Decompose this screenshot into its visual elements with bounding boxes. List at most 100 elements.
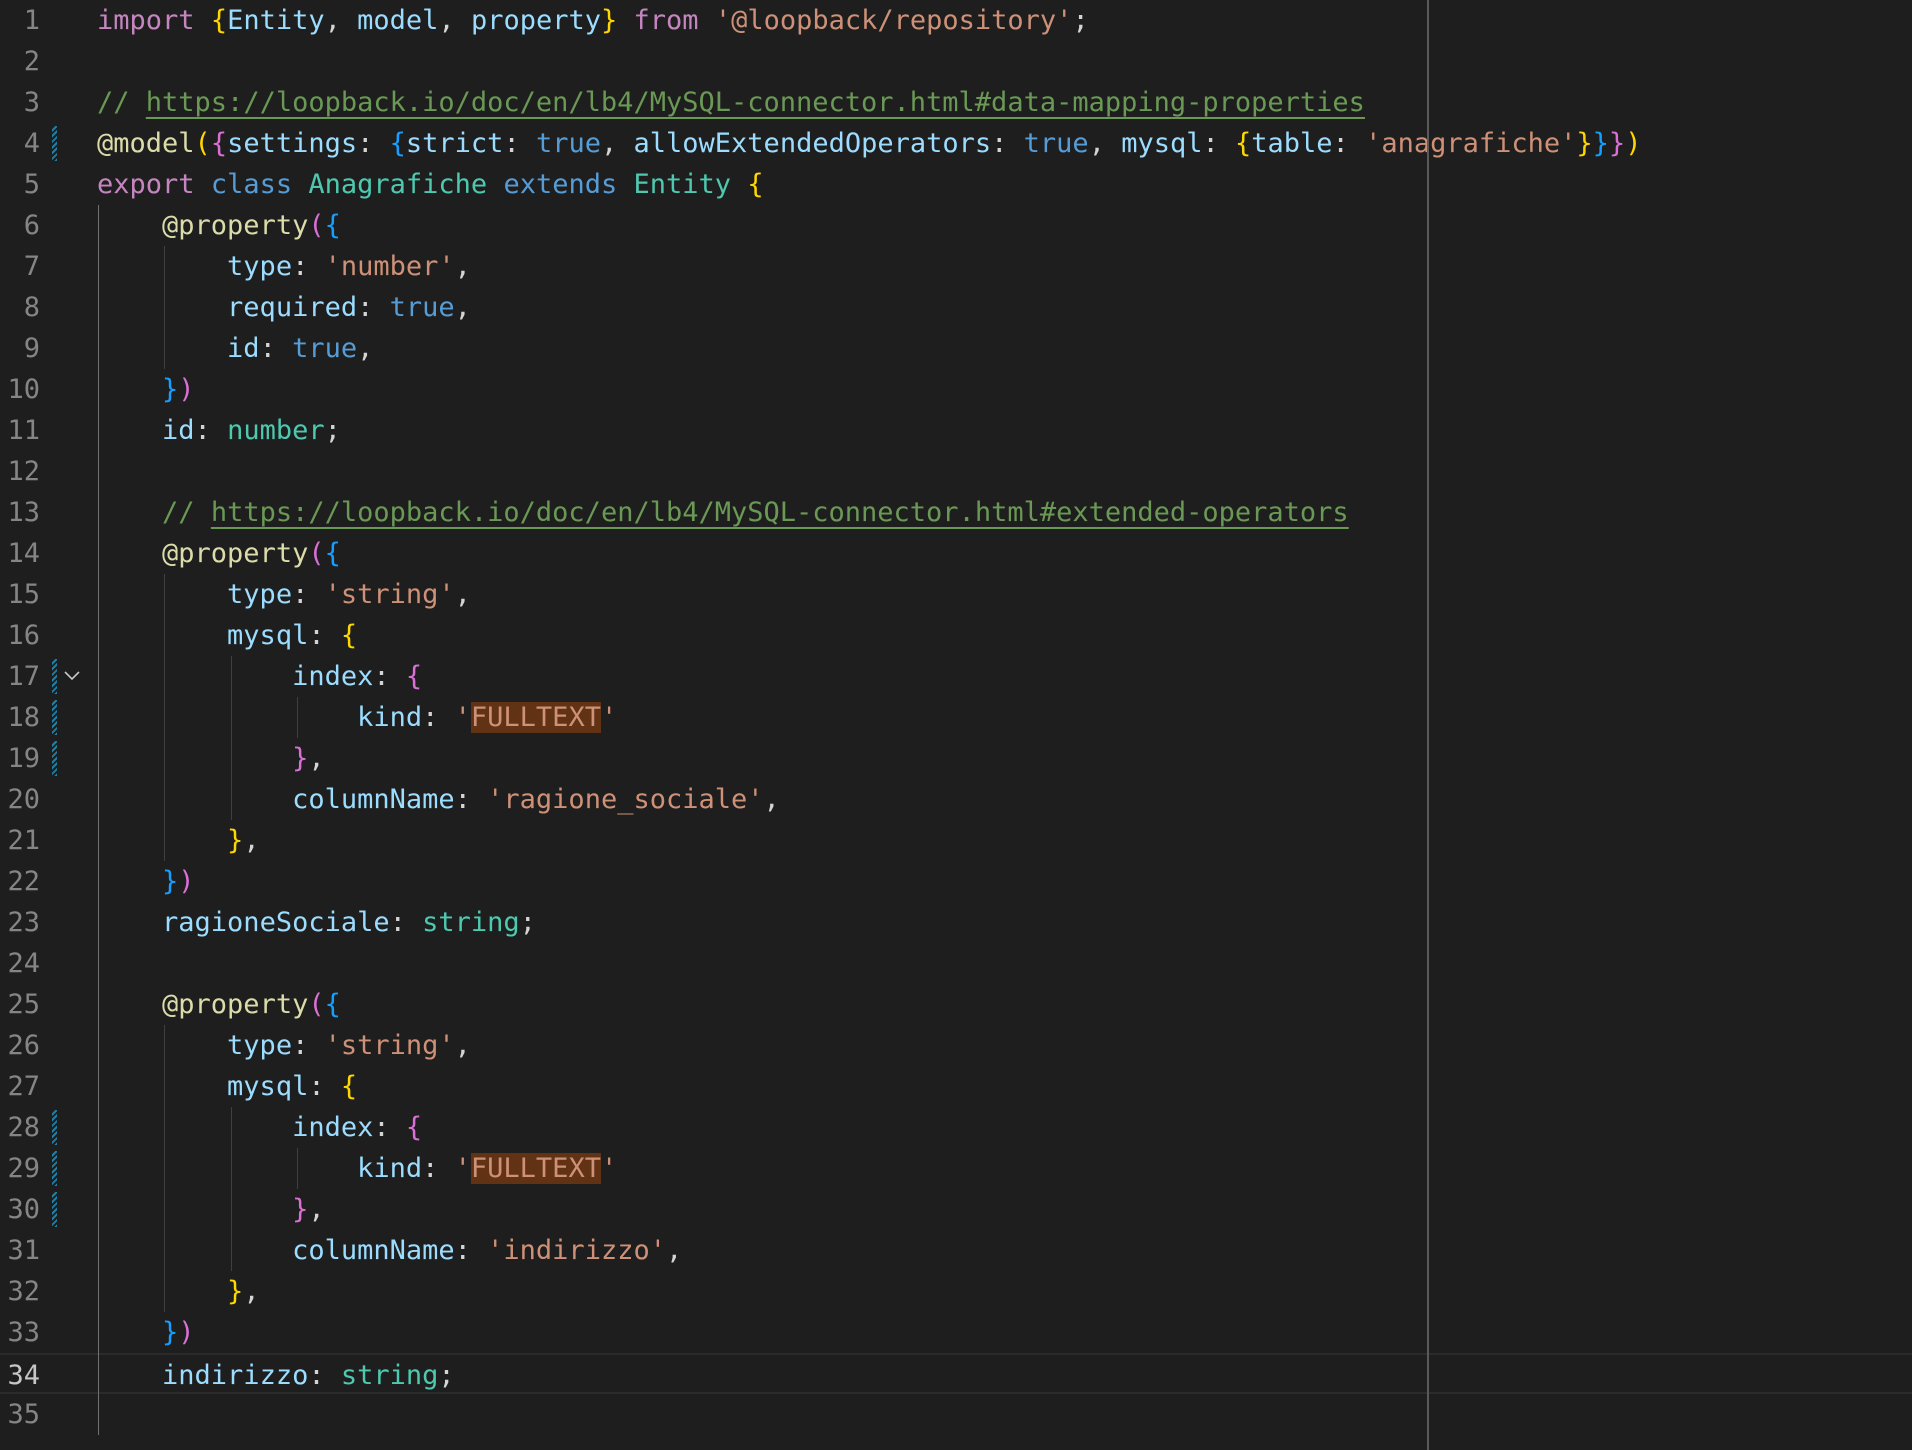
doc-link[interactable]: https://loopback.io/doc/en/lb4/MySQL-con…: [146, 87, 1365, 118]
line-number[interactable]: 12: [0, 451, 40, 492]
modified-gutter-marker[interactable]: [52, 1151, 57, 1186]
code-text[interactable]: index: {: [97, 1107, 422, 1148]
line-number[interactable]: 3: [0, 82, 40, 123]
modified-gutter-marker[interactable]: [52, 741, 57, 776]
line-number[interactable]: 35: [0, 1394, 40, 1435]
code-line[interactable]: 34 indirizzo: string;: [0, 1353, 1912, 1394]
line-number[interactable]: 4: [0, 123, 40, 164]
modified-gutter-marker[interactable]: [52, 1110, 57, 1145]
modified-gutter-marker[interactable]: [52, 126, 57, 161]
code-text[interactable]: },: [97, 1271, 260, 1312]
line-number[interactable]: 29: [0, 1148, 40, 1189]
line-number[interactable]: 8: [0, 287, 40, 328]
code-line[interactable]: 9 id: true,: [0, 328, 1912, 369]
code-line[interactable]: 7 type: 'number',: [0, 246, 1912, 287]
code-line[interactable]: 17 index: {: [0, 656, 1912, 697]
code-line[interactable]: 30 },: [0, 1189, 1912, 1230]
code-line[interactable]: 1 import {Entity, model, property} from '…: [0, 0, 1912, 41]
code-line[interactable]: 2: [0, 41, 1912, 82]
line-number[interactable]: 22: [0, 861, 40, 902]
code-text[interactable]: },: [97, 738, 325, 779]
line-number[interactable]: 17: [0, 656, 40, 697]
code-line[interactable]: 10 }): [0, 369, 1912, 410]
code-line[interactable]: 29 kind: 'FULLTEXT': [0, 1148, 1912, 1189]
line-number[interactable]: 11: [0, 410, 40, 451]
line-number[interactable]: 9: [0, 328, 40, 369]
line-number[interactable]: 31: [0, 1230, 40, 1271]
line-number[interactable]: 1: [0, 0, 40, 41]
code-line[interactable]: 3 // https://loopback.io/doc/en/lb4/MySQL…: [0, 82, 1912, 123]
code-line[interactable]: 19 },: [0, 738, 1912, 779]
code-text[interactable]: ragioneSociale: string;: [97, 902, 536, 943]
code-line[interactable]: 27 mysql: {: [0, 1066, 1912, 1107]
line-number[interactable]: 25: [0, 984, 40, 1025]
code-text[interactable]: mysql: {: [97, 615, 357, 656]
code-text[interactable]: // https://loopback.io/doc/en/lb4/MySQL-…: [97, 492, 1349, 533]
code-line[interactable]: 4 @model({settings: {strict: true, allowE…: [0, 123, 1912, 164]
line-number[interactable]: 2: [0, 41, 40, 82]
code-line[interactable]: 15 type: 'string',: [0, 574, 1912, 615]
code-text[interactable]: kind: 'FULLTEXT': [97, 1148, 617, 1189]
modified-gutter-marker[interactable]: [52, 659, 57, 694]
code-line[interactable]: 18 kind: 'FULLTEXT': [0, 697, 1912, 738]
code-text[interactable]: }): [97, 1312, 195, 1353]
code-text[interactable]: required: true,: [97, 287, 471, 328]
line-number[interactable]: 10: [0, 369, 40, 410]
code-text[interactable]: }): [97, 369, 195, 410]
line-number[interactable]: 5: [0, 164, 40, 205]
code-line[interactable]: 13 // https://loopback.io/doc/en/lb4/MyS…: [0, 492, 1912, 533]
code-line[interactable]: 12: [0, 451, 1912, 492]
line-number[interactable]: 23: [0, 902, 40, 943]
code-text[interactable]: index: {: [97, 656, 422, 697]
code-line[interactable]: 14 @property({: [0, 533, 1912, 574]
code-line[interactable]: 32 },: [0, 1271, 1912, 1312]
code-editor[interactable]: 1 import {Entity, model, property} from '…: [0, 0, 1912, 1450]
code-text[interactable]: indirizzo: string;: [97, 1355, 455, 1396]
code-line[interactable]: 25 @property({: [0, 984, 1912, 1025]
code-line[interactable]: 33 }): [0, 1312, 1912, 1353]
code-line[interactable]: 6 @property({: [0, 205, 1912, 246]
code-text[interactable]: mysql: {: [97, 1066, 357, 1107]
code-line[interactable]: 28 index: {: [0, 1107, 1912, 1148]
line-number[interactable]: 19: [0, 738, 40, 779]
line-number[interactable]: 34: [0, 1355, 40, 1396]
code-text[interactable]: },: [97, 1189, 325, 1230]
code-line[interactable]: 21 },: [0, 820, 1912, 861]
code-line[interactable]: 24: [0, 943, 1912, 984]
code-text[interactable]: }): [97, 861, 195, 902]
line-number[interactable]: 14: [0, 533, 40, 574]
doc-link[interactable]: https://loopback.io/doc/en/lb4/MySQL-con…: [211, 497, 1349, 528]
line-number[interactable]: 27: [0, 1066, 40, 1107]
line-number[interactable]: 6: [0, 205, 40, 246]
code-line[interactable]: 23 ragioneSociale: string;: [0, 902, 1912, 943]
line-number[interactable]: 18: [0, 697, 40, 738]
code-text[interactable]: id: number;: [97, 410, 341, 451]
line-number[interactable]: 21: [0, 820, 40, 861]
code-line[interactable]: 11 id: number;: [0, 410, 1912, 451]
code-text[interactable]: type: 'string',: [97, 1025, 471, 1066]
code-text[interactable]: @model({settings: {strict: true, allowEx…: [97, 123, 1641, 164]
modified-gutter-marker[interactable]: [52, 700, 57, 735]
line-number[interactable]: 16: [0, 615, 40, 656]
code-text[interactable]: @property({: [97, 984, 341, 1025]
code-line[interactable]: 35: [0, 1394, 1912, 1435]
modified-gutter-marker[interactable]: [52, 1192, 57, 1227]
line-number[interactable]: 15: [0, 574, 40, 615]
code-text[interactable]: type: 'string',: [97, 574, 471, 615]
code-text[interactable]: id: true,: [97, 328, 373, 369]
code-text[interactable]: type: 'number',: [97, 246, 471, 287]
line-number[interactable]: 20: [0, 779, 40, 820]
code-text[interactable]: import {Entity, model, property} from '@…: [97, 0, 1089, 41]
line-number[interactable]: 33: [0, 1312, 40, 1353]
line-number[interactable]: 32: [0, 1271, 40, 1312]
code-text[interactable]: @property({: [97, 205, 341, 246]
code-text[interactable]: export class Anagrafiche extends Entity …: [97, 164, 764, 205]
code-line[interactable]: 8 required: true,: [0, 287, 1912, 328]
code-text[interactable]: columnName: 'indirizzo',: [97, 1230, 682, 1271]
line-number[interactable]: 24: [0, 943, 40, 984]
line-number[interactable]: 30: [0, 1189, 40, 1230]
line-number[interactable]: 28: [0, 1107, 40, 1148]
line-number[interactable]: 26: [0, 1025, 40, 1066]
code-line[interactable]: 26 type: 'string',: [0, 1025, 1912, 1066]
code-line[interactable]: 5 export class Anagrafiche extends Entity…: [0, 164, 1912, 205]
